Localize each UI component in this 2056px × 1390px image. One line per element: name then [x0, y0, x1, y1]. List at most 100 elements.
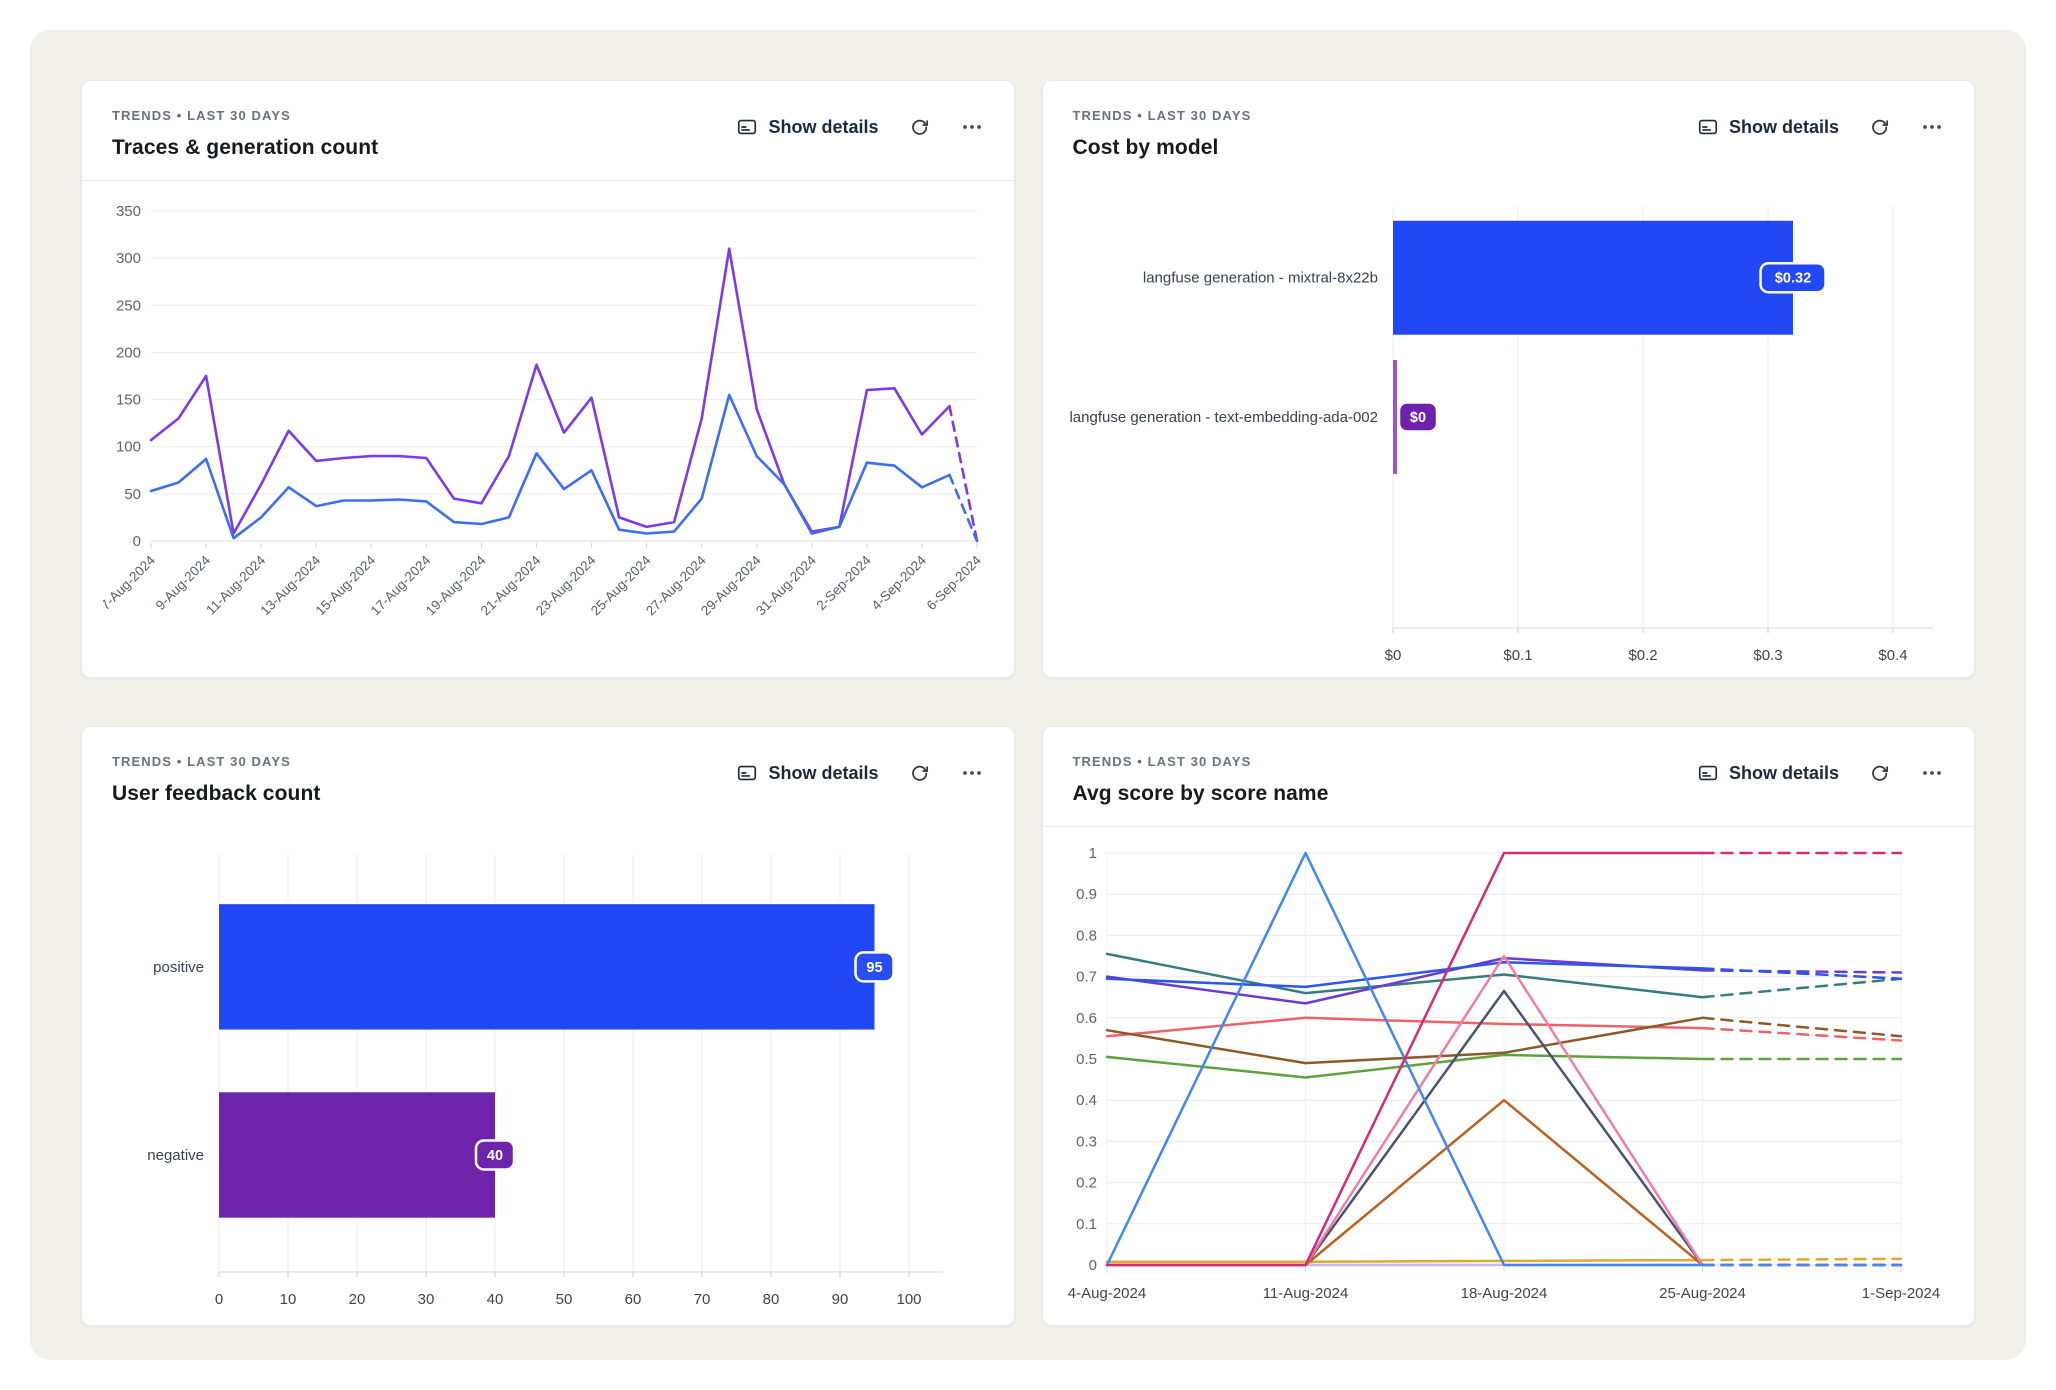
svg-text:0.4: 0.4	[1076, 1092, 1097, 1109]
svg-text:60: 60	[624, 1291, 641, 1308]
svg-text:40: 40	[487, 1148, 503, 1164]
svg-text:9-Aug-2024: 9-Aug-2024	[152, 552, 213, 613]
svg-text:4-Sep-2024: 4-Sep-2024	[868, 552, 929, 613]
svg-text:80: 80	[762, 1291, 779, 1308]
card-eyebrow: TRENDS • LAST 30 DAYS	[112, 754, 320, 769]
card-traces-generation-count: TRENDS • LAST 30 DAYS Traces & generatio…	[81, 80, 1015, 678]
more-options-button[interactable]	[960, 761, 984, 785]
svg-text:0.7: 0.7	[1076, 969, 1097, 986]
svg-text:$0: $0	[1385, 647, 1402, 664]
svg-text:2-Sep-2024: 2-Sep-2024	[813, 552, 874, 613]
card-header-text: TRENDS • LAST 30 DAYS Cost by model	[1073, 108, 1252, 160]
chart-body: 0102030405060708090100positive95negative…	[82, 826, 1014, 1326]
card-title: Avg score by score name	[1073, 782, 1329, 806]
svg-text:1-Sep-2024: 1-Sep-2024	[1862, 1285, 1940, 1302]
refresh-icon	[909, 117, 930, 138]
details-card-icon	[736, 762, 758, 784]
svg-text:$0.32: $0.32	[1775, 271, 1811, 287]
svg-text:$0.3: $0.3	[1754, 647, 1783, 664]
svg-text:100: 100	[896, 1291, 921, 1308]
refresh-button[interactable]	[1869, 117, 1890, 138]
refresh-button[interactable]	[909, 763, 930, 784]
svg-text:7-Aug-2024: 7-Aug-2024	[103, 552, 158, 613]
show-details-label: Show details	[1729, 117, 1839, 138]
svg-text:0: 0	[215, 1291, 223, 1308]
refresh-icon	[909, 763, 930, 784]
svg-text:0: 0	[132, 533, 140, 550]
details-card-icon	[1697, 762, 1719, 784]
dashboard-surface: TRENDS • LAST 30 DAYS Traces & generatio…	[30, 30, 2026, 1360]
card-header: TRENDS • LAST 30 DAYS Cost by model Show…	[1043, 81, 1975, 180]
svg-text:25-Aug-2024: 25-Aug-2024	[1659, 1285, 1746, 1302]
show-details-button[interactable]: Show details	[1697, 762, 1839, 784]
svg-text:1: 1	[1089, 845, 1097, 862]
svg-text:70: 70	[693, 1291, 710, 1308]
svg-text:250: 250	[116, 297, 141, 314]
svg-text:langfuse generation - mixtral-: langfuse generation - mixtral-8x22b	[1143, 270, 1378, 287]
chart-body: 0501001502002503003507-Aug-20249-Aug-202…	[82, 181, 1014, 677]
svg-text:100: 100	[116, 439, 141, 456]
svg-text:0.2: 0.2	[1076, 1175, 1097, 1192]
card-header-text: TRENDS • LAST 30 DAYS Traces & generatio…	[112, 108, 378, 160]
svg-text:40: 40	[486, 1291, 503, 1308]
svg-text:0.3: 0.3	[1076, 1133, 1097, 1150]
svg-text:0.6: 0.6	[1076, 1010, 1097, 1027]
svg-text:negative: negative	[147, 1147, 204, 1164]
more-options-button[interactable]	[960, 115, 984, 139]
show-details-button[interactable]: Show details	[1697, 116, 1839, 138]
refresh-icon	[1869, 763, 1890, 784]
ellipsis-icon	[960, 761, 984, 785]
svg-text:$0.2: $0.2	[1629, 647, 1658, 664]
cost-by-model-bar-chart: $0$0.1$0.2$0.3$0.4langfuse generation - …	[1063, 192, 1953, 678]
svg-text:300: 300	[116, 250, 141, 267]
svg-text:langfuse generation - text-emb: langfuse generation - text-embedding-ada…	[1070, 409, 1379, 426]
details-card-icon	[1697, 116, 1719, 138]
user-feedback-bar-chart: 0102030405060708090100positive95negative…	[103, 838, 993, 1326]
chart-body: 0 0.1 0.2 0.3 0.4 0.5 0.6 0.7 0.8 0.9 1 4-Aug-2024 1…	[1043, 827, 1975, 1325]
svg-text:0: 0	[1089, 1257, 1097, 1274]
card-cost-by-model: TRENDS • LAST 30 DAYS Cost by model Show…	[1042, 80, 1976, 678]
svg-text:11-Aug-2024: 11-Aug-2024	[1263, 1285, 1349, 1302]
svg-text:0.8: 0.8	[1076, 927, 1097, 944]
show-details-button[interactable]: Show details	[736, 116, 878, 138]
svg-text:6-Sep-2024: 6-Sep-2024	[923, 552, 984, 613]
details-card-icon	[736, 116, 758, 138]
svg-text:50: 50	[555, 1291, 572, 1308]
show-details-button[interactable]: Show details	[736, 762, 878, 784]
svg-text:20: 20	[348, 1291, 365, 1308]
card-title: Cost by model	[1073, 136, 1252, 160]
chart-body: $0$0.1$0.2$0.3$0.4langfuse generation - …	[1043, 180, 1975, 678]
card-eyebrow: TRENDS • LAST 30 DAYS	[1073, 108, 1252, 123]
svg-text:10: 10	[279, 1291, 296, 1308]
traces-generation-line-chart: 0501001502002503003507-Aug-20249-Aug-202…	[103, 193, 993, 661]
card-header: TRENDS • LAST 30 DAYS Traces & generatio…	[82, 81, 1014, 180]
refresh-button[interactable]	[1869, 763, 1890, 784]
svg-text:50: 50	[124, 486, 141, 503]
more-options-button[interactable]	[1920, 115, 1944, 139]
svg-text:95: 95	[866, 960, 882, 976]
ellipsis-icon	[1920, 115, 1944, 139]
svg-text:18-Aug-2024: 18-Aug-2024	[1461, 1285, 1548, 1302]
show-details-label: Show details	[768, 117, 878, 138]
svg-text:4-Aug-2024: 4-Aug-2024	[1068, 1285, 1146, 1302]
refresh-button[interactable]	[909, 117, 930, 138]
more-options-button[interactable]	[1920, 761, 1944, 785]
ellipsis-icon	[1920, 761, 1944, 785]
svg-text:0.1: 0.1	[1076, 1216, 1097, 1233]
svg-text:31-Aug-2024: 31-Aug-2024	[753, 552, 819, 618]
svg-text:350: 350	[116, 203, 141, 220]
card-eyebrow: TRENDS • LAST 30 DAYS	[112, 108, 378, 123]
card-header-text: TRENDS • LAST 30 DAYS Avg score by score…	[1073, 754, 1329, 806]
card-user-feedback-count: TRENDS • LAST 30 DAYS User feedback coun…	[81, 726, 1015, 1326]
svg-text:0.5: 0.5	[1076, 1051, 1097, 1068]
card-header: TRENDS • LAST 30 DAYS User feedback coun…	[82, 727, 1014, 826]
ellipsis-icon	[960, 115, 984, 139]
card-eyebrow: TRENDS • LAST 30 DAYS	[1073, 754, 1329, 769]
card-header-text: TRENDS • LAST 30 DAYS User feedback coun…	[112, 754, 320, 806]
svg-text:0.9: 0.9	[1076, 886, 1097, 903]
show-details-label: Show details	[1729, 763, 1839, 784]
avg-score-line-chart: 0 0.1 0.2 0.3 0.4 0.5 0.6 0.7 0.8 0.9 1 4-Aug-2024 1…	[1063, 839, 1953, 1317]
svg-text:30: 30	[417, 1291, 434, 1308]
card-actions: Show details	[736, 761, 983, 785]
card-title: User feedback count	[112, 782, 320, 806]
